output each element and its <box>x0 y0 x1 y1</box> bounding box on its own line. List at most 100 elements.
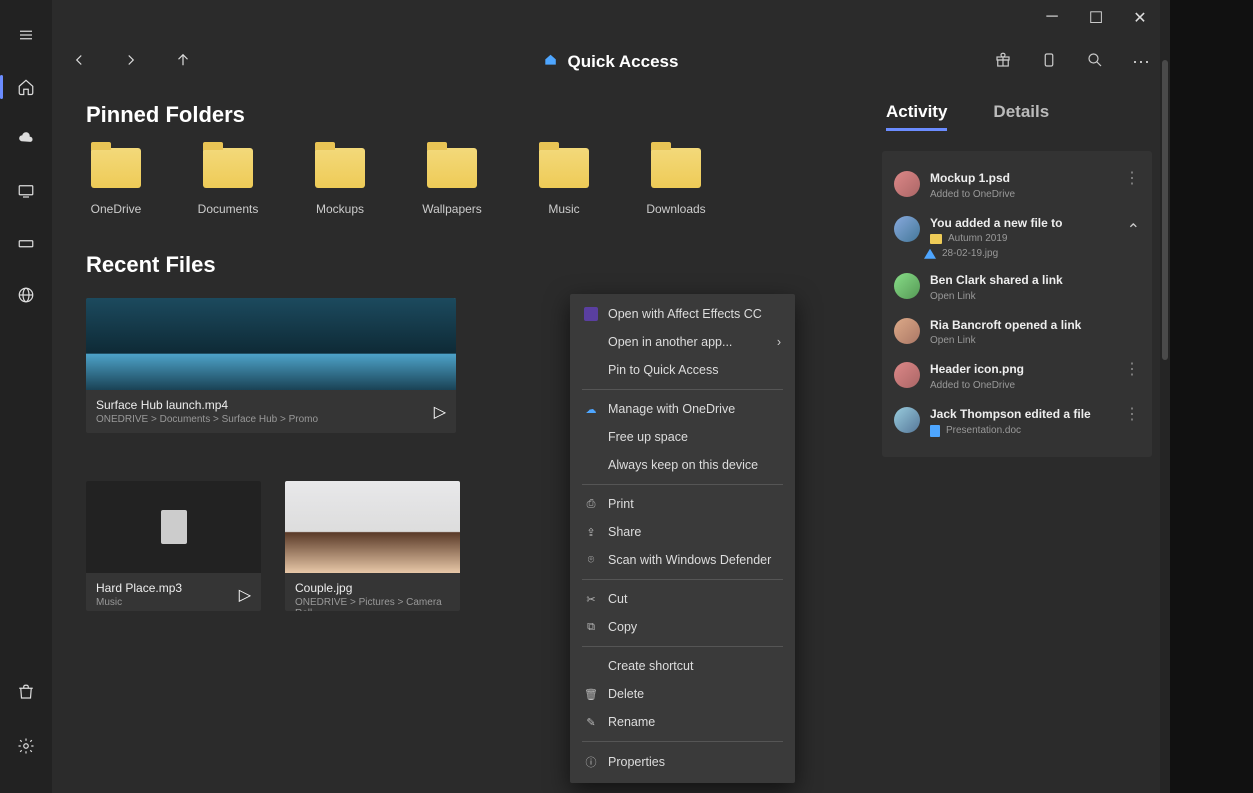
tab-activity[interactable]: Activity <box>886 102 947 131</box>
activity-item[interactable]: Ria Bancroft opened a link Open Link <box>888 310 1146 355</box>
thumbnail <box>86 298 456 390</box>
nav-sidebar <box>0 0 52 793</box>
scrollbar[interactable] <box>1160 0 1170 793</box>
thispc-icon[interactable] <box>9 174 43 208</box>
copy-icon: ⧉ <box>584 621 598 634</box>
pinned-folders: OneDrive Documents Mockups Wallpapers Mu… <box>86 148 862 216</box>
play-icon[interactable]: ▷ <box>434 402 446 422</box>
item-more-icon[interactable]: ⋮ <box>1124 362 1140 378</box>
folder-icon <box>203 148 253 188</box>
cm-rename[interactable]: ✎Rename <box>570 708 795 736</box>
network-icon[interactable] <box>9 278 43 312</box>
cut-icon: ✂ <box>584 593 598 606</box>
folder-icon <box>539 148 589 188</box>
item-more-icon[interactable]: ⋮ <box>1124 407 1140 423</box>
minimize-button[interactable]: ─ <box>1042 8 1062 28</box>
avatar <box>894 318 920 344</box>
folder-icon <box>427 148 477 188</box>
cm-scan[interactable]: ⌾Scan with Windows Defender <box>570 546 795 574</box>
cm-shortcut[interactable]: Create shortcut <box>570 652 795 680</box>
breadcrumb[interactable]: Quick Access <box>544 52 679 72</box>
cm-print[interactable]: ⎙Print <box>570 490 795 518</box>
avatar <box>894 216 920 242</box>
search-icon[interactable] <box>1086 51 1104 74</box>
cm-open-another[interactable]: Open in another app...› <box>570 328 795 356</box>
share-icon: ⇪ <box>584 526 598 539</box>
recent-card-audio[interactable]: 1min Hard Place.mp3 Music ▷ <box>86 481 261 611</box>
folder-mockups[interactable]: Mockups <box>310 148 370 216</box>
shield-icon: ⌾ <box>584 554 598 567</box>
close-button[interactable]: ✕ <box>1130 8 1150 28</box>
item-more-icon[interactable]: ⋮ <box>1124 171 1140 187</box>
tab-details[interactable]: Details <box>993 102 1049 131</box>
folder-downloads[interactable]: Downloads <box>646 148 706 216</box>
app-ae-icon <box>584 307 598 321</box>
activity-item[interactable]: Jack Thompson edited a file Presentation… <box>888 399 1146 445</box>
trash-icon[interactable] <box>9 675 43 709</box>
avatar <box>894 171 920 197</box>
folder-icon <box>91 148 141 188</box>
settings-icon[interactable] <box>9 729 43 763</box>
cm-keep-device[interactable]: Always keep on this device <box>570 451 795 479</box>
more-icon[interactable]: ⋯ <box>1132 52 1152 73</box>
collapse-icon[interactable]: ⌃ <box>1127 220 1140 240</box>
back-button[interactable] <box>70 51 88 74</box>
file-name: Surface Hub launch.mp4 <box>96 398 318 412</box>
rename-icon: ✎ <box>584 716 598 729</box>
thumbnail <box>86 481 261 573</box>
up-button[interactable] <box>174 51 192 74</box>
side-panel: Activity Details Mockup 1.psd Added to O… <box>872 102 1152 793</box>
activity-item[interactable]: You added a new file to Autumn 2019 ⌃ <box>888 208 1146 253</box>
recent-card-image[interactable]: Couple.jpg ONEDRIVE > Pictures > Camera … <box>285 481 460 611</box>
folder-icon <box>651 148 701 188</box>
forward-button[interactable] <box>122 51 140 74</box>
folder-wallpapers[interactable]: Wallpapers <box>422 148 482 216</box>
home-small-icon <box>544 52 558 72</box>
folder-onedrive[interactable]: OneDrive <box>86 148 146 216</box>
keyboard-icon[interactable] <box>9 226 43 260</box>
avatar <box>894 273 920 299</box>
context-menu: Open with Affect Effects CC Open in anot… <box>570 294 795 783</box>
cm-open-with[interactable]: Open with Affect Effects CC <box>570 300 795 328</box>
titlebar: ─ ☐ ✕ <box>52 0 1170 36</box>
cm-manage-onedrive[interactable]: ☁Manage with OneDrive <box>570 395 795 423</box>
chevron-right-icon: › <box>777 335 781 349</box>
thumbnail <box>285 481 460 573</box>
device-icon[interactable] <box>1040 51 1058 74</box>
activity-item[interactable]: Mockup 1.psd Added to OneDrive ⋮ <box>888 163 1146 208</box>
toolbar: Quick Access ⋯ <box>52 36 1170 88</box>
file-path: ONEDRIVE > Documents > Surface Hub > Pro… <box>96 414 318 425</box>
delete-icon: 🗑 <box>584 688 598 701</box>
cm-cut[interactable]: ✂Cut <box>570 585 795 613</box>
recent-heading: Recent Files <box>86 252 862 278</box>
cm-properties[interactable]: ⓘProperties <box>570 747 795 777</box>
activity-item[interactable]: Ben Clark shared a link Open Link <box>888 265 1146 310</box>
folder-icon <box>315 148 365 188</box>
folder-music[interactable]: Music <box>534 148 594 216</box>
avatar <box>894 407 920 433</box>
pinned-heading: Pinned Folders <box>86 102 862 128</box>
file-path: ONEDRIVE > Pictures > Camera Roll <box>295 597 450 611</box>
home-icon[interactable] <box>9 70 43 104</box>
onedrive-icon[interactable] <box>9 122 43 156</box>
file-name: Couple.jpg <box>295 581 450 595</box>
folder-documents[interactable]: Documents <box>198 148 258 216</box>
cloud-icon: ☁ <box>584 403 598 416</box>
cm-pin[interactable]: Pin to Quick Access <box>570 356 795 384</box>
gift-icon[interactable] <box>994 51 1012 74</box>
recent-card-video[interactable]: ✓ Surface Hub launch.mp4 ONEDRIVE > Docu… <box>86 298 456 433</box>
print-icon: ⎙ <box>584 498 598 511</box>
app-window: ─ ☐ ✕ Quick Access <box>0 0 1170 793</box>
maximize-button[interactable]: ☐ <box>1086 8 1106 28</box>
activity-item[interactable]: Header icon.png Added to OneDrive ⋮ <box>888 354 1146 399</box>
file-path: Music <box>96 597 182 608</box>
activity-list: Mockup 1.psd Added to OneDrive ⋮ You add… <box>882 151 1152 457</box>
folder-mini-icon <box>930 234 942 244</box>
cm-free-space[interactable]: Free up space <box>570 423 795 451</box>
cm-delete[interactable]: 🗑Delete <box>570 680 795 708</box>
cm-share[interactable]: ⇪Share <box>570 518 795 546</box>
play-icon[interactable]: ▷ <box>239 585 251 605</box>
hamburger-icon[interactable] <box>9 18 43 52</box>
avatar <box>894 362 920 388</box>
cm-copy[interactable]: ⧉Copy <box>570 613 795 641</box>
